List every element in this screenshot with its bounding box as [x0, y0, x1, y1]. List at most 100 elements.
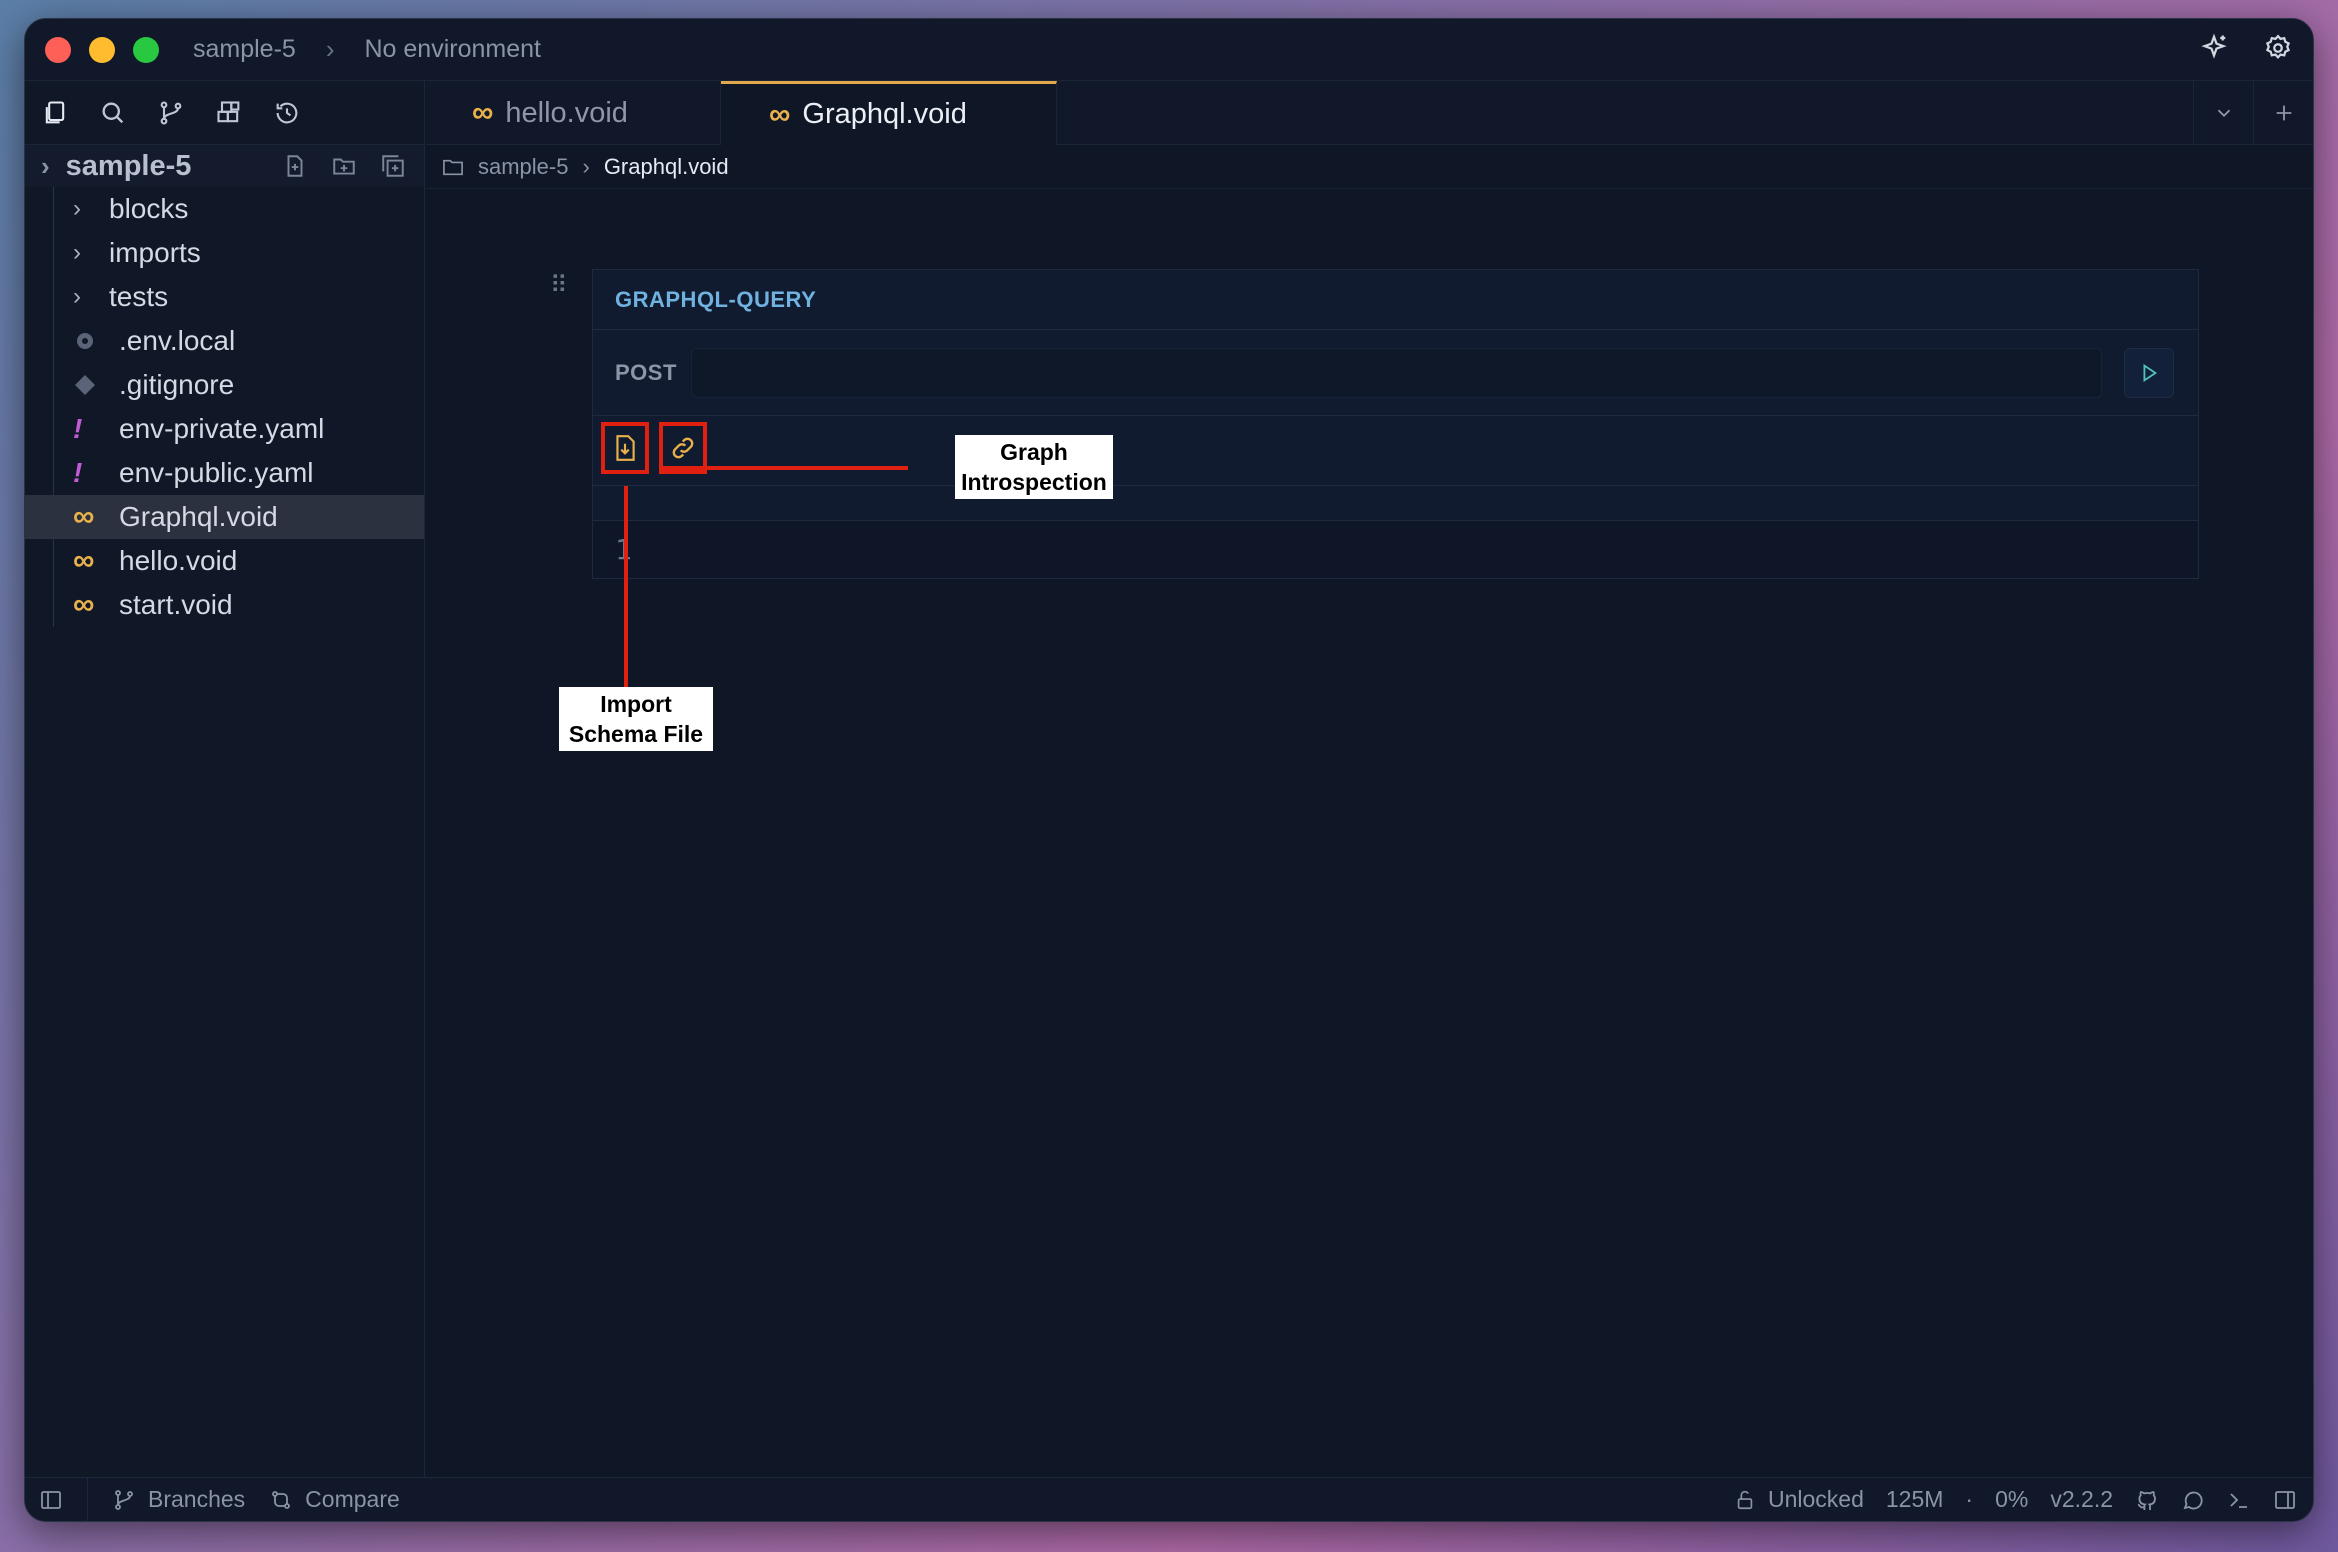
- tree-item-label: .env.local: [119, 325, 236, 356]
- tree-file-start-void[interactable]: ∞ start.void: [25, 583, 424, 627]
- editor-area: ⠿ GRAPHQL-QUERY POST 1: [426, 189, 2313, 1477]
- project-environment-breadcrumb: sample-5 › No environment: [193, 34, 541, 65]
- tree-item-label: env-public.yaml: [119, 457, 314, 488]
- new-file-icon[interactable]: [282, 153, 308, 179]
- blocks-icon[interactable]: [215, 99, 243, 127]
- tree-item-label: blocks: [109, 193, 189, 224]
- tab-label: hello.void: [505, 96, 628, 129]
- breadcrumb-folder[interactable]: sample-5: [478, 154, 568, 180]
- tab-graphql-void[interactable]: ∞ Graphql.void: [721, 81, 1057, 145]
- status-bar-right: Unlocked 125M · 0% v2.2.2: [1734, 1486, 2313, 1513]
- void-file-icon: ∞: [769, 97, 791, 131]
- unlock-icon: [1737, 1490, 1753, 1509]
- compare-icon: [272, 1490, 291, 1509]
- git-icon: [73, 373, 107, 397]
- chevron-right-icon: ›: [41, 150, 50, 181]
- history-icon[interactable]: [273, 99, 301, 127]
- search-icon[interactable]: [99, 99, 127, 127]
- branches-label: Branches: [148, 1486, 246, 1512]
- tree-folder-blocks[interactable]: › blocks: [25, 187, 424, 231]
- graphql-block: GRAPHQL-QUERY POST 1: [592, 269, 2199, 579]
- new-block-icon[interactable]: [380, 153, 406, 179]
- branches-button[interactable]: Branches: [112, 1486, 245, 1513]
- tree-file-graphql-void[interactable]: ∞ Graphql.void: [25, 495, 424, 539]
- chevron-right-icon: ›: [73, 239, 81, 266]
- tab-list-dropdown[interactable]: [2193, 81, 2253, 145]
- drag-handle-icon[interactable]: ⠿: [550, 274, 570, 298]
- callout-text: Introspection: [961, 469, 1107, 495]
- tree-item-label: env-private.yaml: [119, 413, 325, 444]
- breadcrumb-file[interactable]: Graphql.void: [604, 154, 729, 180]
- lock-label: Unlocked: [1767, 1486, 1864, 1512]
- compare-button[interactable]: Compare: [269, 1486, 400, 1513]
- panel-toggle-icon[interactable]: [2273, 1488, 2297, 1512]
- import-schema-button[interactable]: [601, 422, 649, 474]
- compare-label: Compare: [305, 1486, 400, 1512]
- git-branch-icon: [115, 1489, 133, 1510]
- files-icon[interactable]: [41, 99, 69, 127]
- maximize-window-button[interactable]: [133, 36, 159, 63]
- chevron-down-icon: [2217, 109, 2230, 118]
- environment-selector[interactable]: No environment: [365, 35, 541, 64]
- breadcrumb: sample-5 › Graphql.void: [426, 145, 2313, 189]
- chevron-right-icon: ›: [582, 153, 590, 179]
- new-folder-icon[interactable]: [330, 153, 358, 179]
- tree-item-label: Graphql.void: [119, 501, 278, 532]
- cpu-usage: 0%: [1995, 1486, 2029, 1512]
- url-input[interactable]: [691, 347, 2102, 398]
- lock-status[interactable]: Unlocked: [1734, 1486, 1864, 1513]
- memory-usage: 125M: [1885, 1486, 1944, 1512]
- folder-icon: [442, 157, 464, 177]
- void-file-icon: ∞: [73, 500, 95, 533]
- http-method[interactable]: POST: [615, 360, 691, 386]
- sidebar-toggle-icon[interactable]: [39, 1488, 63, 1512]
- chevron-right-icon: ›: [73, 283, 81, 310]
- link-icon: [672, 437, 694, 459]
- sparkle-icon[interactable]: [2199, 33, 2229, 63]
- tree-item-label: .gitignore: [119, 369, 235, 400]
- app-window: sample-5 › No environment › sample-5 › b…: [24, 18, 2314, 1522]
- project-name[interactable]: sample-5: [193, 35, 296, 64]
- title-bar-actions: [2199, 33, 2293, 63]
- close-window-button[interactable]: [45, 36, 71, 63]
- chevron-right-icon: ›: [73, 195, 81, 222]
- tab-hello-void[interactable]: ∞ hello.void: [426, 81, 721, 145]
- tab-label: Graphql.void: [802, 98, 967, 130]
- tree-file-env-private[interactable]: ! env-private.yaml: [25, 407, 424, 451]
- minimize-window-button[interactable]: [89, 36, 115, 63]
- git-branch-icon[interactable]: [157, 99, 185, 127]
- root-actions: [282, 153, 406, 179]
- title-bar: sample-5 › No environment: [25, 19, 2313, 81]
- tree-item-label: imports: [109, 237, 201, 268]
- request-row: POST: [593, 330, 2198, 416]
- tree-folder-tests[interactable]: › tests: [25, 275, 424, 319]
- void-file-icon: ∞: [73, 588, 95, 621]
- query-editor[interactable]: 1: [593, 520, 2198, 578]
- file-import-icon: [616, 435, 635, 461]
- file-tree: › blocks › imports › tests .env.local .g…: [25, 187, 424, 627]
- tree-folder-imports[interactable]: › imports: [25, 231, 424, 275]
- tree-item-label: tests: [109, 281, 169, 312]
- chat-icon[interactable]: [2181, 1488, 2205, 1512]
- callout-text: Import: [600, 691, 672, 717]
- plus-icon: [2276, 105, 2291, 121]
- play-icon: [2143, 363, 2158, 382]
- gear-icon[interactable]: [2263, 33, 2293, 63]
- import-callout-label: Import Schema File: [559, 687, 713, 751]
- tree-file-hello-void[interactable]: ∞ hello.void: [25, 539, 424, 583]
- divider: [87, 1477, 88, 1521]
- tree-file-env-public[interactable]: ! env-public.yaml: [25, 451, 424, 495]
- terminal-icon[interactable]: [2227, 1488, 2251, 1512]
- tree-file-env-local[interactable]: .env.local: [25, 319, 424, 363]
- tab-actions: [2193, 81, 2313, 145]
- project-root-folder[interactable]: › sample-5: [25, 145, 424, 187]
- new-tab-button[interactable]: [2253, 81, 2313, 145]
- run-button[interactable]: [2124, 347, 2174, 398]
- yaml-icon: !: [73, 413, 83, 444]
- github-icon[interactable]: [2135, 1488, 2159, 1512]
- sidebar: › sample-5 › blocks › imports › tests .e…: [25, 81, 425, 1479]
- project-root-label: sample-5: [65, 149, 192, 182]
- tree-file-gitignore[interactable]: .gitignore: [25, 363, 424, 407]
- introspection-callout-label: Graph Introspection: [955, 435, 1113, 499]
- app-version[interactable]: v2.2.2: [2050, 1486, 2113, 1513]
